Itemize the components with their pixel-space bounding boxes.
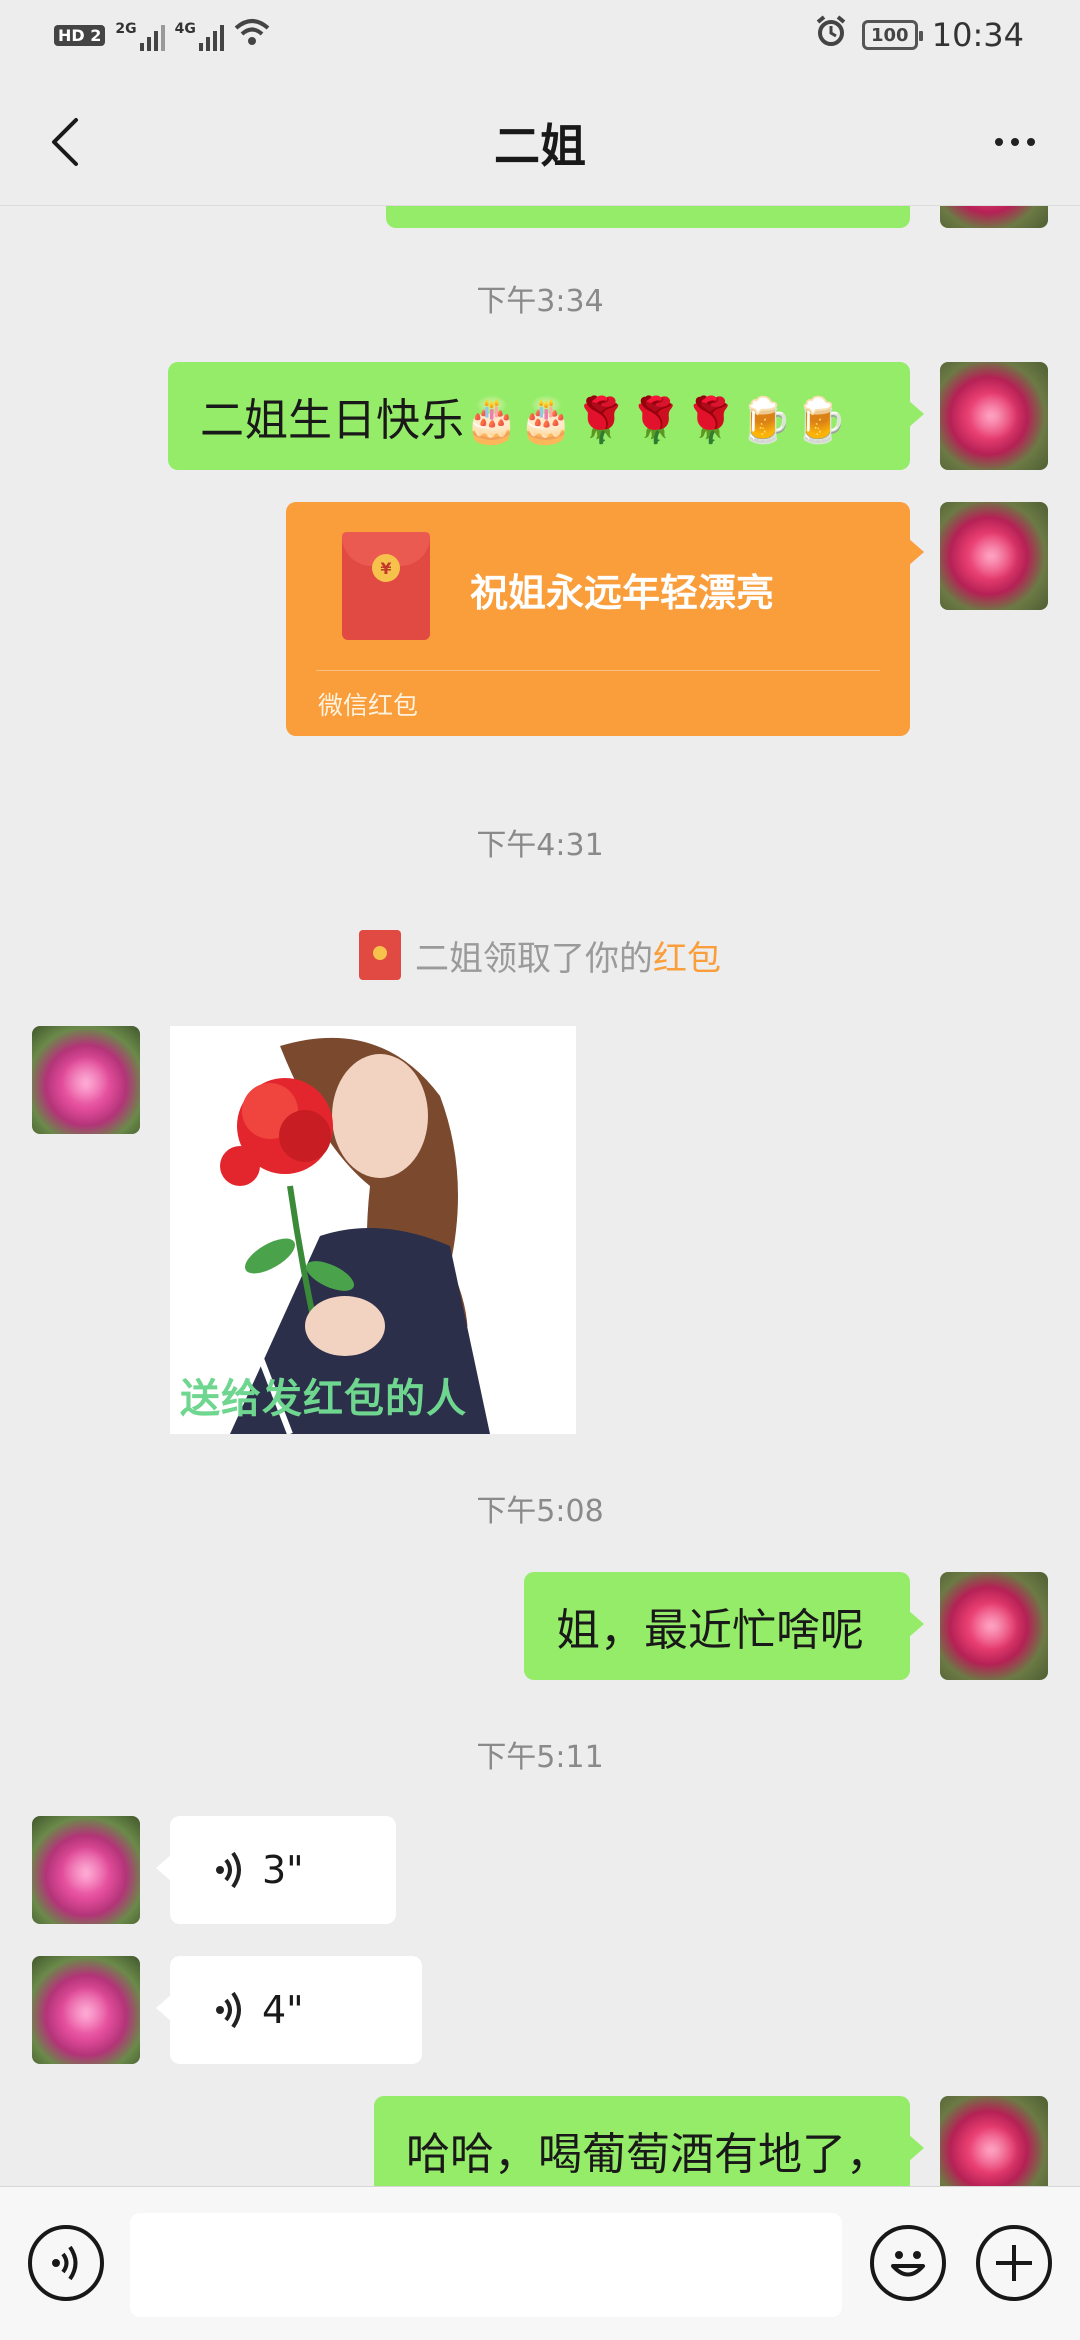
message-bubble-birthday[interactable]: 二姐生日快乐🎂🎂🌹🌹🌹🍺🍺 [168, 362, 924, 470]
emoji-icon [891, 2251, 925, 2277]
wifi-icon [234, 18, 270, 53]
battery-icon: 100 [861, 20, 923, 50]
voice-wave-icon [216, 1991, 241, 2029]
message-bubble-question[interactable]: 姐，最近忙啥呢 [524, 1572, 924, 1680]
emoji-button[interactable] [870, 2225, 946, 2301]
timestamp: 下午5:08 [476, 1494, 604, 1529]
voice-toggle-button[interactable] [28, 2225, 104, 2301]
sister-avatar[interactable] [32, 1956, 140, 2064]
voice-message[interactable]: 4" [156, 1956, 422, 2064]
my-avatar[interactable] [940, 1572, 1048, 1680]
message-text: 姐，最近忙啥呢 [556, 1605, 864, 1656]
my-avatar[interactable] [940, 502, 1048, 610]
clock-time: 10:34 [931, 16, 1024, 54]
input-bar [0, 2186, 1080, 2340]
image-caption: 送给发红包的人 [180, 1376, 467, 1422]
red-packet-card[interactable]: ¥ 祝姐永远年轻漂亮 微信红包 [286, 502, 924, 736]
red-envelope-icon: ¥ [342, 532, 430, 640]
red-packet-label: 微信红包 [318, 691, 419, 720]
voice-wave-icon [216, 1851, 241, 1889]
message-text: 哈哈，喝葡萄酒有地了， [406, 2129, 890, 2180]
message-input[interactable] [130, 2213, 842, 2317]
more-button[interactable] [980, 114, 1050, 170]
plus-icon [996, 2245, 1032, 2281]
timestamp: 下午4:31 [476, 828, 604, 863]
sister-avatar[interactable] [32, 1026, 140, 1134]
network-2g-label: 2G [115, 20, 137, 37]
system-note-text: 二姐领取了你的 [415, 938, 653, 979]
timestamp: 下午3:34 [476, 284, 604, 319]
hd-indicator: HD 2 [54, 25, 106, 46]
signal-4g-icon: 4G [175, 21, 224, 51]
red-packet-divider [316, 670, 880, 671]
sister-avatar[interactable] [32, 1816, 140, 1924]
more-dot [1027, 138, 1035, 146]
message-bubble-last[interactable]: 哈哈，喝葡萄酒有地了， [374, 2096, 924, 2186]
voice-duration: 3" [262, 1848, 304, 1892]
voice-toggle-icon [52, 2245, 78, 2281]
timestamp: 下午5:11 [476, 1740, 604, 1775]
status-right: 100 10:34 [814, 14, 1024, 56]
voice-message[interactable]: 3" [156, 1816, 396, 1924]
message-text: 二姐生日快乐🎂🎂🌹🌹🌹🍺🍺 [200, 395, 848, 446]
red-packet-link[interactable]: 红包 [653, 939, 721, 979]
my-avatar[interactable] [940, 362, 1048, 470]
alarm-icon [814, 14, 848, 56]
more-dot [995, 138, 1003, 146]
network-4g-label: 4G [174, 20, 196, 37]
status-bar: HD 2 2G 4G 100 10:34 [0, 0, 1080, 72]
signal-2g-icon: 2G [115, 20, 165, 51]
my-avatar[interactable] [940, 206, 1048, 228]
chat-header: 二姐 [0, 72, 1080, 206]
red-packet-received-note: 二姐领取了你的红包 [0, 930, 1080, 980]
previous-message-bubble[interactable] [386, 206, 910, 228]
red-packet-title: 祝姐永远年轻漂亮 [470, 571, 775, 615]
yuan-coin-icon: ¥ [372, 554, 400, 582]
more-dot [1011, 138, 1019, 146]
image-message[interactable]: 送给发红包的人 [170, 1026, 576, 1434]
chat-messages[interactable]: 下午3:34 二姐生日快乐🎂🎂🌹🌹🌹🍺🍺 ¥ 祝姐永远年轻漂亮 微信红包 下午4… [0, 206, 1080, 2186]
plus-button[interactable] [976, 2225, 1052, 2301]
status-left: HD 2 2G 4G [54, 18, 270, 53]
my-avatar[interactable] [940, 2096, 1048, 2186]
red-envelope-icon [359, 930, 401, 980]
voice-duration: 4" [262, 1988, 304, 2032]
chat-title: 二姐 [494, 119, 586, 173]
